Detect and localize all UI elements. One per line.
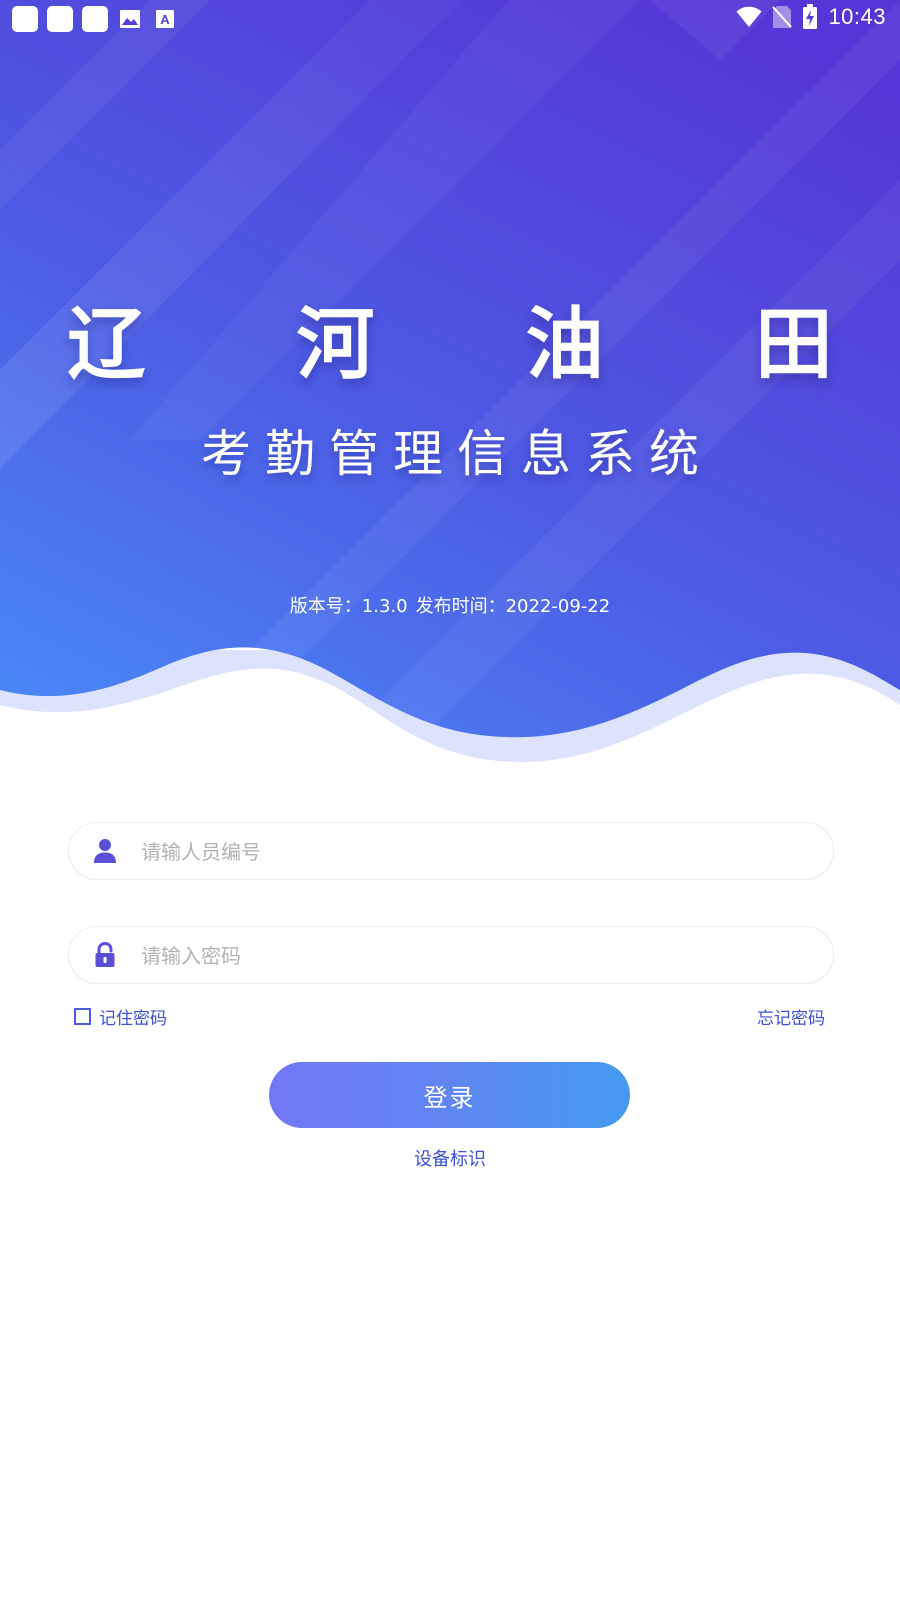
version-number: 版本号：1.3.0	[289, 596, 408, 617]
remember-label: 记住密码	[99, 1009, 167, 1029]
username-field[interactable]	[68, 822, 834, 880]
lock-icon	[95, 941, 115, 967]
image-icon	[117, 6, 143, 32]
font-icon: A	[152, 6, 178, 32]
app-title: 辽 河 油 田	[67, 300, 895, 390]
password-field[interactable]	[68, 926, 834, 984]
password-input[interactable]	[139, 935, 803, 977]
app-subtitle: 考勤管理信息系统	[201, 425, 713, 483]
no-sim-icon	[772, 6, 793, 28]
notification-box-icon	[82, 6, 108, 32]
battery-charging-icon	[803, 4, 818, 29]
user-icon	[94, 839, 116, 863]
status-bar-system: 10:43	[736, 4, 886, 30]
version-info: 版本号：1.3.0 发布时间：2022-09-22	[0, 592, 900, 618]
status-time: 10:43	[828, 4, 886, 29]
remember-password-toggle[interactable]: 记住密码	[74, 1004, 167, 1029]
wifi-icon	[736, 6, 762, 27]
notification-box-icon	[12, 6, 38, 32]
login-screen: A 10:43 辽 河 油 田 考勤管理信息系统 版本号：1.3.0 发布时间：2…	[0, 0, 900, 1600]
forgot-password-link[interactable]: 忘记密码	[757, 1004, 825, 1029]
hero-banner	[0, 0, 900, 780]
device-id-link[interactable]: 设备标识	[0, 1145, 900, 1171]
svg-text:A: A	[160, 12, 170, 27]
status-bar: A 10:43	[0, 0, 900, 38]
status-bar-notifications: A	[12, 6, 178, 32]
login-button[interactable]: 登录	[269, 1062, 630, 1128]
notification-box-icon	[47, 6, 73, 32]
release-date: 发布时间：2022-09-22	[415, 596, 611, 617]
remember-checkbox[interactable]	[74, 1008, 91, 1025]
username-input[interactable]	[139, 831, 803, 873]
